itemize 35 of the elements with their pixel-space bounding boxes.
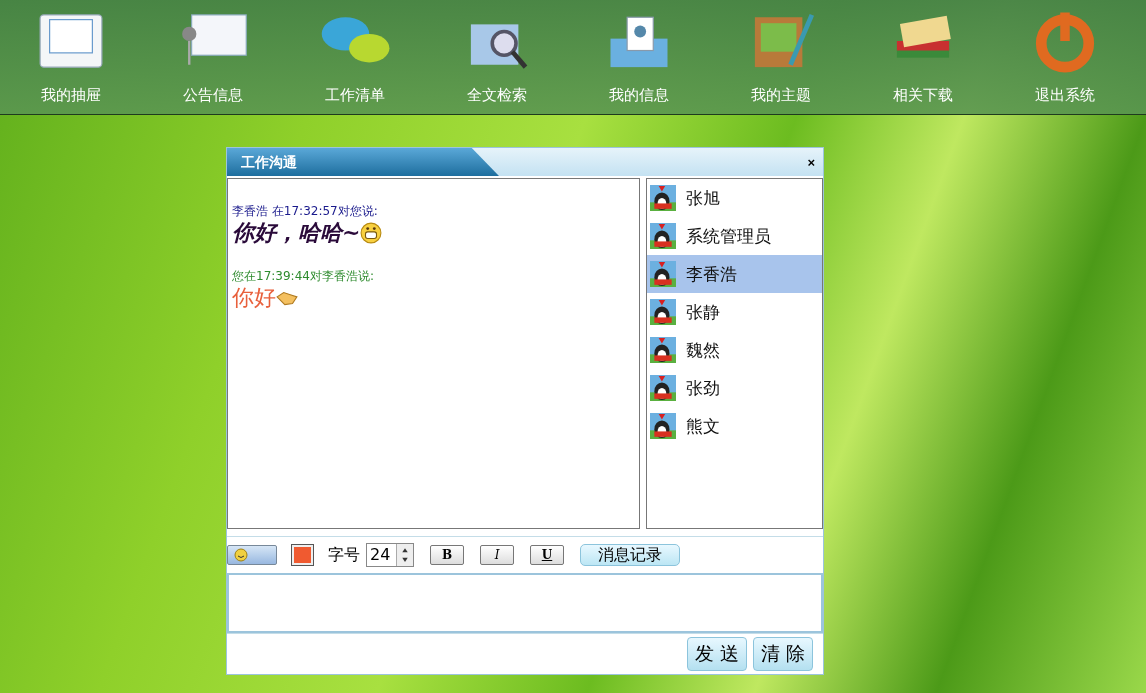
grinning-emoji-icon [360,222,383,244]
user-list-item[interactable]: 张旭 [647,179,822,217]
emoji-button[interactable] [227,545,277,565]
close-button[interactable]: × [805,154,817,170]
nav-item[interactable]: 我的主题 [710,0,852,114]
user-list-item[interactable]: 张静 [647,293,822,331]
message-history-button[interactable]: 消息记录 [580,544,680,566]
penguin-avatar-icon [650,185,676,211]
penguin-avatar-icon [650,299,676,325]
user-list-item[interactable]: 魏然 [647,331,822,369]
italic-button[interactable]: I [480,545,514,565]
window-title: 工作沟通 [227,148,499,176]
nav-item[interactable]: 退出系统 [994,0,1136,114]
penguin-avatar-icon [650,337,676,363]
message-header: 您在17:39:44对李香浩说: [232,268,375,285]
bold-button[interactable]: B [430,545,464,565]
smiley-icon [234,548,248,562]
user-list-item[interactable]: 熊文 [647,407,822,445]
user-list-item[interactable]: 系统管理员 [647,217,822,255]
penguin-avatar-icon [650,261,676,287]
font-size-spinner[interactable]: 24 [366,543,414,567]
send-button[interactable]: 发 送 [687,637,747,671]
nav-item[interactable]: 我的抽屉 [0,0,142,114]
penguin-avatar-icon [650,223,676,249]
message-header: 李香浩 在17:32:57对您说: [232,203,379,220]
clear-button[interactable]: 清 除 [753,637,813,671]
penguin-avatar-icon [650,375,676,401]
message-input[interactable] [227,575,823,633]
user-list-item[interactable]: 张劲 [647,369,822,407]
penguin-avatar-icon [650,413,676,439]
message-text: 你好，哈哈~ [232,220,361,246]
underline-button[interactable]: U [530,545,564,565]
message-text: 你好 [232,285,276,311]
user-list-item[interactable]: 李香浩 [647,255,822,293]
font-size-label: 字号 [328,544,360,566]
